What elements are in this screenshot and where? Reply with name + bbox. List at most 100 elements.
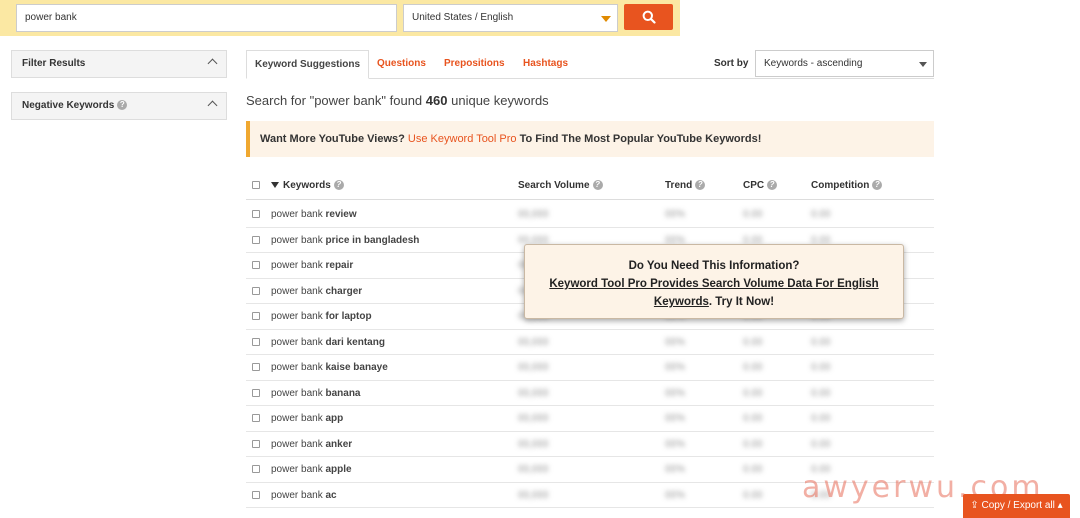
- table-header: Keywords? Search Volume? Trend? CPC? Com…: [246, 172, 934, 200]
- tab-keyword-suggestions[interactable]: Keyword Suggestions: [246, 50, 370, 79]
- cpc-column-header[interactable]: CPC?: [743, 180, 778, 191]
- help-icon[interactable]: ?: [333, 180, 344, 191]
- chevron-down-icon: [919, 62, 927, 67]
- sort-select[interactable]: Keywords - ascending: [755, 50, 934, 77]
- volume-cell: 00,000: [518, 387, 549, 399]
- locale-select[interactable]: United States / English: [403, 4, 618, 32]
- sort-desc-icon: [271, 182, 279, 189]
- keyword-cell[interactable]: power bank review: [271, 209, 357, 220]
- trend-column-header[interactable]: Trend?: [665, 180, 706, 191]
- row-checkbox[interactable]: [252, 337, 260, 346]
- promo-banner: Want More YouTube Views? Use Keyword Too…: [246, 121, 934, 157]
- competition-cell: 0.00: [811, 362, 831, 373]
- tab-questions[interactable]: Questions: [377, 50, 426, 79]
- trend-cell: 00%: [665, 362, 686, 373]
- tab-hashtags[interactable]: Hashtags: [523, 50, 568, 79]
- volume-cell: 00,000: [518, 209, 549, 220]
- upgrade-popup: Do You Need This Information? Keyword To…: [524, 244, 904, 319]
- row-checkbox[interactable]: [252, 490, 260, 499]
- help-icon[interactable]: ?: [767, 180, 778, 191]
- chevron-up-icon[interactable]: [207, 58, 218, 69]
- volume-cell: 00,000: [518, 438, 549, 450]
- row-checkbox[interactable]: [252, 388, 260, 397]
- cpc-cell: 0.00: [743, 464, 763, 475]
- cpc-cell: 0.00: [743, 489, 763, 501]
- row-checkbox[interactable]: [252, 235, 260, 244]
- popup-link-keywords[interactable]: Keywords: [654, 296, 709, 308]
- copy-export-button[interactable]: ⇪ Copy / Export all ▴: [963, 494, 1070, 518]
- row-checkbox[interactable]: [252, 210, 260, 218]
- search-bar: power bank United States / English: [0, 0, 680, 36]
- keyword-cell[interactable]: power bank charger: [271, 286, 362, 297]
- competition-cell: 0.00: [811, 209, 831, 220]
- keyword-cell[interactable]: power bank app: [271, 413, 343, 424]
- sort-by-label: Sort by: [714, 58, 749, 69]
- trend-cell: 00%: [665, 413, 686, 424]
- row-checkbox[interactable]: [252, 414, 260, 422]
- trend-cell: 00%: [665, 489, 686, 501]
- row-checkbox[interactable]: [252, 286, 260, 295]
- locale-value: United States / English: [412, 12, 514, 23]
- cpc-cell: 0.00: [743, 387, 763, 399]
- sort-value: Keywords - ascending: [764, 58, 863, 69]
- cpc-cell: 0.00: [743, 336, 763, 348]
- row-checkbox[interactable]: [252, 312, 260, 320]
- row-checkbox[interactable]: [252, 261, 260, 269]
- filter-results-panel[interactable]: Filter Results: [11, 50, 227, 78]
- keyword-cell[interactable]: power bank anker: [271, 439, 352, 450]
- popup-line2: Keywords. Try It Now!: [525, 293, 903, 311]
- banner-text-pre: Want More YouTube Views?: [260, 133, 405, 145]
- trend-cell: 00%: [665, 464, 686, 475]
- trend-cell: 00%: [665, 387, 686, 399]
- help-icon[interactable]: ?: [117, 100, 128, 111]
- volume-cell: 00,000: [518, 413, 549, 424]
- banner-text-post: To Find The Most Popular YouTube Keyword…: [519, 133, 762, 145]
- row-checkbox[interactable]: [252, 465, 260, 473]
- keyword-cell[interactable]: power bank repair: [271, 260, 353, 271]
- competition-column-header[interactable]: Competition?: [811, 180, 883, 191]
- filter-results-label: Filter Results: [22, 58, 86, 69]
- cpc-cell: 0.00: [743, 413, 763, 424]
- volume-cell: 00,000: [518, 362, 549, 373]
- table-row: power bank dari kentang 00,000 00% 0.00 0.00: [246, 330, 934, 355]
- trend-cell: 00%: [665, 438, 686, 450]
- keyword-cell[interactable]: power bank dari kentang: [271, 337, 385, 348]
- competition-cell: 0.00: [811, 336, 831, 348]
- popup-title: Do You Need This Information?: [628, 260, 800, 272]
- keyword-cell[interactable]: power bank ac: [271, 490, 337, 501]
- keyword-cell[interactable]: power bank for laptop: [271, 311, 372, 322]
- banner-link[interactable]: Use Keyword Tool Pro: [408, 133, 517, 145]
- summary-suffix: unique keywords: [451, 93, 549, 108]
- help-icon[interactable]: ?: [592, 180, 603, 191]
- keyword-cell[interactable]: power bank banana: [271, 388, 361, 399]
- row-checkbox[interactable]: [252, 363, 260, 371]
- row-checkbox[interactable]: [252, 439, 260, 448]
- search-button[interactable]: [624, 4, 673, 30]
- caret-up-icon: ▴: [1054, 500, 1063, 511]
- negative-keywords-panel[interactable]: Negative Keywords?: [11, 92, 227, 120]
- volume-cell: 00,000: [518, 464, 549, 475]
- table-row: power bank kaise banaye 00,000 00% 0.00 0.00: [246, 355, 934, 381]
- cpc-cell: 0.00: [743, 209, 763, 220]
- help-icon[interactable]: ?: [695, 180, 706, 191]
- search-volume-column-header[interactable]: Search Volume?: [518, 180, 603, 191]
- export-label: Copy / Export all: [981, 500, 1055, 511]
- keywords-column-header[interactable]: Keywords?: [271, 180, 344, 191]
- search-icon: [642, 10, 656, 24]
- results-summary: Search for "power bank" found 460 unique…: [246, 93, 549, 108]
- competition-cell: 0.00: [811, 413, 831, 424]
- trend-cell: 00%: [665, 209, 686, 220]
- keyword-cell[interactable]: power bank kaise banaye: [271, 362, 388, 373]
- keyword-cell[interactable]: power bank apple: [271, 464, 352, 475]
- competition-cell: 0.00: [811, 438, 831, 450]
- chevron-up-icon[interactable]: [207, 100, 218, 111]
- summary-prefix: Search for "power bank" found: [246, 93, 423, 108]
- search-input[interactable]: power bank: [16, 4, 397, 32]
- competition-cell: 0.00: [811, 387, 831, 399]
- tab-prepositions[interactable]: Prepositions: [444, 50, 505, 79]
- help-icon[interactable]: ?: [872, 180, 883, 191]
- keyword-cell[interactable]: power bank price in bangladesh: [271, 235, 419, 246]
- popup-link-line1[interactable]: Keyword Tool Pro Provides Search Volume …: [525, 275, 903, 293]
- select-all-checkbox[interactable]: [252, 181, 260, 189]
- popup-line2-rest: . Try It Now!: [708, 296, 775, 308]
